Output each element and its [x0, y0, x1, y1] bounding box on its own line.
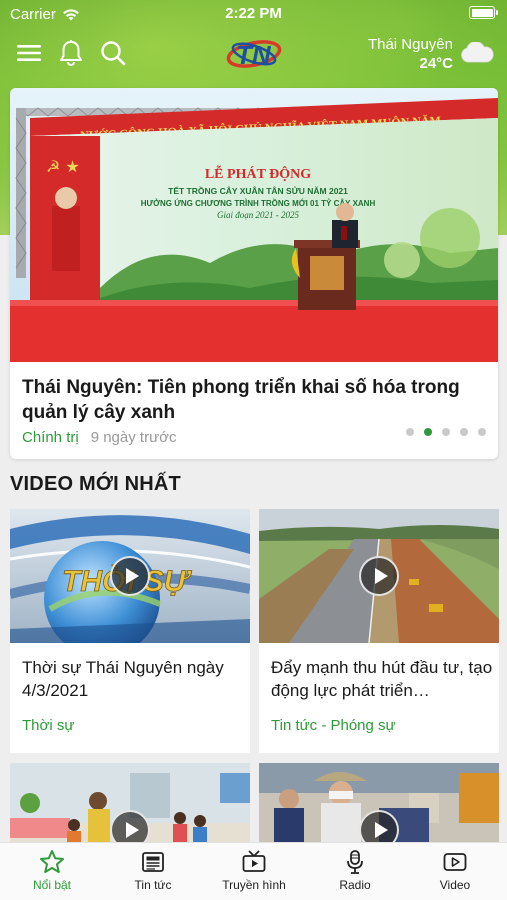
- video-card[interactable]: Đẩy mạnh thu hút đầu tư, tạo động lực ph…: [259, 509, 499, 753]
- battery-icon: [469, 6, 498, 19]
- video-thumbnail[interactable]: [259, 763, 499, 843]
- video-title[interactable]: Đẩy mạnh thu hút đầu tư, tạo động lực ph…: [271, 656, 493, 702]
- carousel-dot[interactable]: [406, 428, 414, 436]
- carousel-indicator[interactable]: [406, 428, 486, 436]
- svg-text:TẾT TRỒNG CÂY XUÂN TÂN SỬU NĂM: TẾT TRỒNG CÂY XUÂN TÂN SỬU NĂM 2021: [168, 185, 348, 196]
- video-play-icon: [443, 853, 467, 871]
- notifications-button[interactable]: [56, 38, 86, 68]
- status-time: 2:22 PM: [225, 5, 282, 22]
- carousel-dot[interactable]: [460, 428, 468, 436]
- tab-label: Tin tức: [134, 878, 172, 892]
- search-button[interactable]: [98, 38, 128, 68]
- svg-text:☭ ★: ☭ ★: [46, 157, 80, 176]
- play-button[interactable]: [110, 556, 150, 596]
- weather-temperature: 24°C: [419, 55, 453, 72]
- video-category[interactable]: Thời sự: [22, 717, 74, 734]
- play-button[interactable]: [359, 810, 399, 843]
- video-thumbnail[interactable]: THỜI SỰ: [10, 509, 250, 643]
- carousel-dot[interactable]: [478, 428, 486, 436]
- video-thumbnail[interactable]: [259, 509, 499, 643]
- app-logo[interactable]: TN: [225, 32, 283, 74]
- svg-text:LỄ PHÁT ĐỘNG: LỄ PHÁT ĐỘNG: [205, 164, 311, 182]
- svg-text:TN: TN: [236, 40, 272, 70]
- video-thumbnail[interactable]: [10, 763, 250, 843]
- featured-article-title[interactable]: Thái Nguyên: Tiên phong triển khai số hó…: [22, 375, 482, 425]
- status-bar: Carrier 2:22 PM: [0, 0, 507, 28]
- bell-icon: [60, 40, 82, 66]
- video-card[interactable]: THỜI SỰ Thời sự Thái Nguyên ngày 4/3/202…: [10, 509, 250, 753]
- article-category[interactable]: Chính trị: [22, 429, 79, 446]
- hamburger-icon: [17, 45, 41, 61]
- video-category[interactable]: Tin tức - Phóng sự: [271, 717, 396, 734]
- microphone-icon: [347, 850, 363, 874]
- video-title[interactable]: Thời sự Thái Nguyên ngày 4/3/2021: [22, 656, 244, 702]
- carousel-dot[interactable]: [424, 428, 432, 436]
- featured-article-meta: Chính trị 9 ngày trước: [22, 429, 176, 446]
- video-card[interactable]: [259, 763, 499, 843]
- tab-video[interactable]: Video: [405, 849, 505, 892]
- cloud-icon: [461, 42, 494, 63]
- tab-label: Truyền hình: [222, 878, 286, 892]
- play-button[interactable]: [110, 810, 150, 843]
- video-card[interactable]: [10, 763, 250, 843]
- play-button[interactable]: [359, 556, 399, 596]
- tab-label: Video: [439, 878, 471, 892]
- carousel-dot[interactable]: [442, 428, 450, 436]
- weather-location: Thái Nguyên: [367, 36, 453, 53]
- tv-icon: [242, 850, 266, 872]
- search-icon: [101, 41, 126, 66]
- featured-article-card[interactable]: NƯỚC CỘNG HOÀ XÃ HỘI CHỦ NGHĨA VIỆT NAM …: [10, 88, 498, 459]
- tab-news[interactable]: Tin tức: [103, 849, 203, 892]
- featured-article-image[interactable]: NƯỚC CỘNG HOÀ XÃ HỘI CHỦ NGHĨA VIỆT NAM …: [10, 88, 498, 362]
- tab-radio[interactable]: Radio: [305, 849, 405, 892]
- tab-label: Nổi bật: [32, 878, 72, 892]
- weather-widget[interactable]: Thái Nguyên 24°C: [368, 35, 453, 73]
- tab-label: Radio: [339, 878, 371, 892]
- menu-button[interactable]: [14, 38, 44, 68]
- bottom-tab-bar: Nổi bật Tin tức Truyền hình Radio Video: [0, 842, 507, 900]
- tab-featured[interactable]: Nổi bật: [2, 849, 102, 892]
- tab-television[interactable]: Truyền hình: [204, 849, 304, 892]
- article-time: 9 ngày trước: [90, 429, 177, 446]
- star-icon: [40, 850, 64, 873]
- newspaper-icon: [142, 852, 164, 872]
- svg-text:Giai đoạn 2021 - 2025: Giai đoạn 2021 - 2025: [217, 210, 299, 220]
- top-nav-bar: TN Thái Nguyên 24°C: [0, 30, 507, 76]
- section-title-latest-videos: VIDEO MỚI NHẤT: [10, 473, 181, 495]
